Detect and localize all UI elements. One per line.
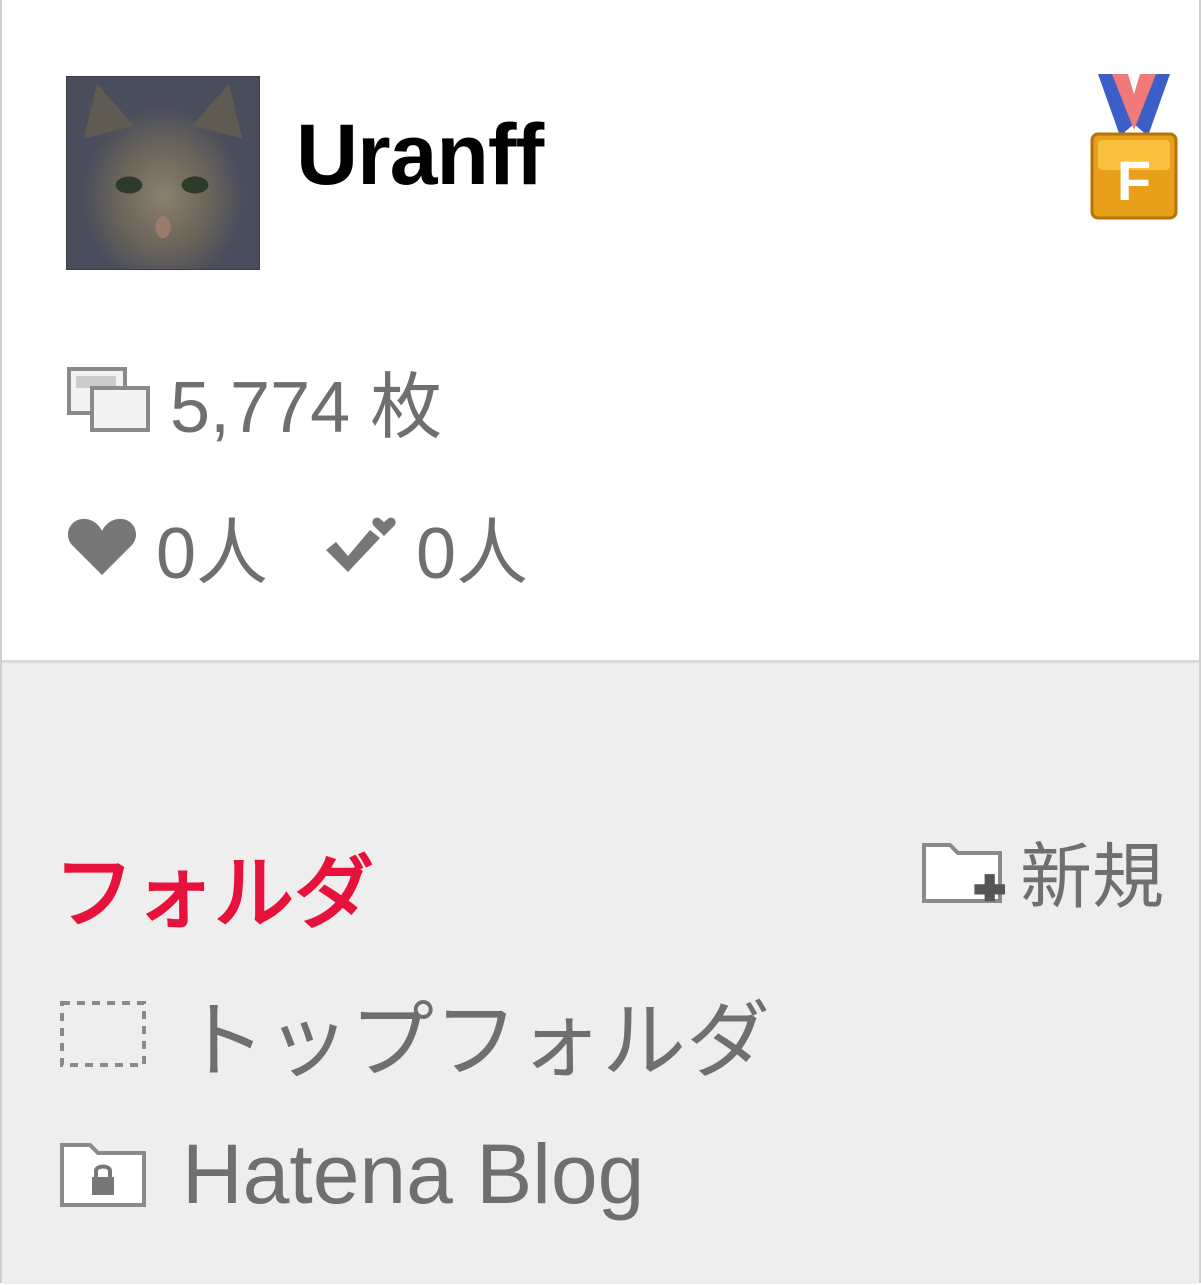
check-heart-icon xyxy=(326,517,396,572)
folder-item-label: トップフォルダ xyxy=(182,993,771,1088)
folder-item-label: Hatena Blog xyxy=(182,1126,645,1221)
medal-f-icon[interactable]: F xyxy=(1090,74,1178,222)
folder-item-hatena-blog[interactable]: Hatena Blog xyxy=(58,1127,644,1221)
heart-icon xyxy=(67,518,137,575)
avatar-ear-left xyxy=(71,77,135,139)
folder-section: フォルダ 新規 トップフォルダ Hatena Blog xyxy=(2,660,1199,1284)
username-link[interactable]: Uranff xyxy=(296,106,544,205)
user-sidebar-panel: Uranff F 5,774 枚 0人 0人 フォルダ 新規 トップフォルダ H… xyxy=(0,0,1201,1284)
followers-count[interactable]: 0人 xyxy=(416,494,528,599)
photo-count-text: 5,774 枚 xyxy=(170,367,443,448)
favorites-count[interactable]: 0人 xyxy=(156,494,268,599)
new-folder-button[interactable]: 新規 xyxy=(920,835,1164,918)
folder-item-top[interactable]: トップフォルダ xyxy=(58,989,770,1088)
photos-icon xyxy=(67,367,150,432)
medal-letter: F xyxy=(1117,149,1151,212)
add-folder-icon xyxy=(922,843,1005,903)
profile-section: Uranff F 5,774 枚 0人 0人 xyxy=(2,0,1199,660)
people-stats: 0人 0人 xyxy=(66,506,528,594)
locked-folder-icon xyxy=(60,1143,146,1207)
folder-heading: フォルダ xyxy=(54,849,374,938)
new-folder-label: 新規 xyxy=(1020,837,1165,918)
dashed-folder-icon xyxy=(60,1001,146,1067)
user-avatar[interactable] xyxy=(66,76,260,270)
photo-count-stat[interactable]: 5,774 枚 xyxy=(66,360,442,448)
avatar-ear-right xyxy=(191,77,255,139)
